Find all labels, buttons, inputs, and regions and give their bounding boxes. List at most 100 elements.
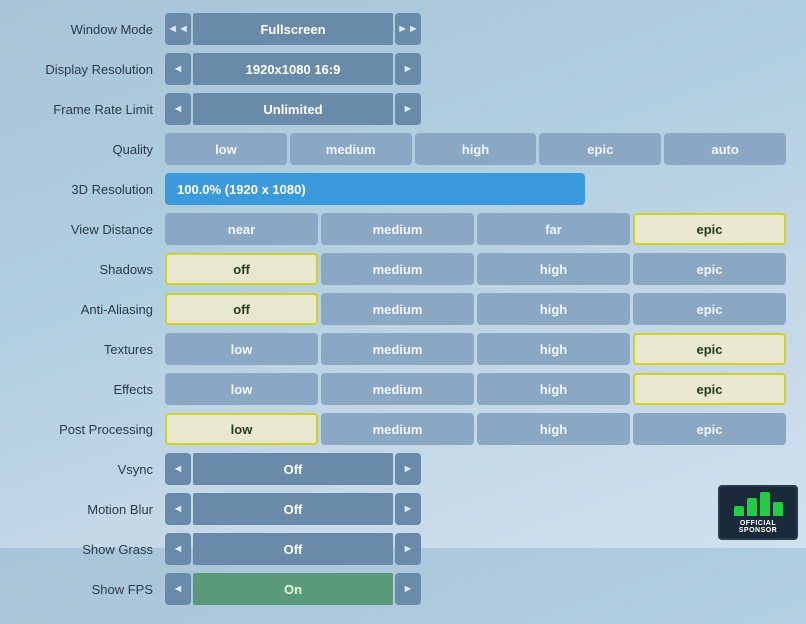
quality-medium-button[interactable]: medium: [290, 133, 412, 165]
vsync-value: Off: [193, 453, 393, 485]
quality-label: Quality: [20, 142, 165, 157]
arrow-left-icon: ◄: [173, 103, 184, 115]
anti-aliasing-off-button[interactable]: off: [165, 293, 318, 325]
view-distance-tab-group: near medium far epic: [165, 213, 786, 245]
effects-low-button[interactable]: low: [165, 373, 318, 405]
motion-blur-next-button[interactable]: ►: [395, 493, 421, 525]
quality-high-button[interactable]: high: [415, 133, 537, 165]
view-distance-near-button[interactable]: near: [165, 213, 318, 245]
effects-high-button[interactable]: high: [477, 373, 630, 405]
arrow-left-icon: ◄: [173, 583, 184, 595]
display-resolution-prev-button[interactable]: ◄: [165, 53, 191, 85]
textures-tab-group: low medium high epic: [165, 333, 786, 365]
view-distance-medium-button[interactable]: medium: [321, 213, 474, 245]
window-mode-value: Fullscreen: [193, 13, 393, 45]
textures-row: Textures low medium high epic: [20, 332, 786, 366]
post-processing-low-button[interactable]: low: [165, 413, 318, 445]
effects-label: Effects: [20, 382, 165, 397]
arrow-right-icon: ►: [403, 103, 414, 115]
vsync-next-button[interactable]: ►: [395, 453, 421, 485]
quality-auto-button[interactable]: auto: [664, 133, 786, 165]
shadows-medium-button[interactable]: medium: [321, 253, 474, 285]
arrow-left-icon: ◄: [173, 463, 184, 475]
frame-rate-value: Unlimited: [193, 93, 393, 125]
view-distance-row: View Distance near medium far epic: [20, 212, 786, 246]
post-processing-row: Post Processing low medium high epic: [20, 412, 786, 446]
show-fps-value: On: [193, 573, 393, 605]
shadows-off-button[interactable]: off: [165, 253, 318, 285]
arrow-left-icon: ◄: [178, 23, 189, 35]
frame-rate-next-button[interactable]: ►: [395, 93, 421, 125]
effects-row: Effects low medium high epic: [20, 372, 786, 406]
anti-aliasing-epic-button[interactable]: epic: [633, 293, 786, 325]
post-processing-epic-button[interactable]: epic: [633, 413, 786, 445]
post-processing-medium-button[interactable]: medium: [321, 413, 474, 445]
effects-epic-button[interactable]: epic: [633, 373, 786, 405]
shadows-row: Shadows off medium high epic: [20, 252, 786, 286]
anti-aliasing-row: Anti-Aliasing off medium high epic: [20, 292, 786, 326]
bar-1: [734, 506, 744, 516]
show-grass-row: Show Grass ◄ Off ►: [20, 532, 786, 566]
post-processing-label: Post Processing: [20, 422, 165, 437]
motion-blur-label: Motion Blur: [20, 502, 165, 517]
motion-blur-prev-button[interactable]: ◄: [165, 493, 191, 525]
frame-rate-prev-button[interactable]: ◄: [165, 93, 191, 125]
quality-epic-button[interactable]: epic: [539, 133, 661, 165]
arrow-right-icon: ►: [403, 543, 414, 555]
show-grass-next-button[interactable]: ►: [395, 533, 421, 565]
resolution-3d-value: 100.0% (1920 x 1080): [165, 173, 585, 205]
quality-low-button[interactable]: low: [165, 133, 287, 165]
view-distance-label: View Distance: [20, 222, 165, 237]
sponsor-badge: OFFICIAL SPONSOR: [718, 485, 798, 540]
anti-aliasing-label: Anti-Aliasing: [20, 302, 165, 317]
anti-aliasing-high-button[interactable]: high: [477, 293, 630, 325]
view-distance-epic-button[interactable]: epic: [633, 213, 786, 245]
window-mode-row: Window Mode ◄ Fullscreen ►: [20, 12, 786, 46]
window-mode-next-button[interactable]: ►: [395, 13, 421, 45]
arrow-left-icon: ◄: [173, 543, 184, 555]
sponsor-chart: [734, 491, 783, 520]
post-processing-high-button[interactable]: high: [477, 413, 630, 445]
motion-blur-value: Off: [193, 493, 393, 525]
show-fps-row: Show FPS ◄ On ►: [20, 572, 786, 606]
shadows-epic-button[interactable]: epic: [633, 253, 786, 285]
textures-epic-button[interactable]: epic: [633, 333, 786, 365]
resolution-3d-row: 3D Resolution 100.0% (1920 x 1080): [20, 172, 786, 206]
settings-panel: Window Mode ◄ Fullscreen ► Display Resol…: [0, 0, 806, 624]
textures-medium-button[interactable]: medium: [321, 333, 474, 365]
display-resolution-row: Display Resolution ◄ 1920x1080 16:9 ►: [20, 52, 786, 86]
window-mode-label: Window Mode: [20, 22, 165, 37]
show-fps-prev-button[interactable]: ◄: [165, 573, 191, 605]
arrow-right-icon: ►: [403, 63, 414, 75]
bar-3: [760, 492, 770, 516]
display-resolution-value: 1920x1080 16:9: [193, 53, 393, 85]
show-grass-prev-button[interactable]: ◄: [165, 533, 191, 565]
resolution-3d-label: 3D Resolution: [20, 182, 165, 197]
motion-blur-row: Motion Blur ◄ Off ►: [20, 492, 786, 526]
vsync-prev-button[interactable]: ◄: [165, 453, 191, 485]
effects-tab-group: low medium high epic: [165, 373, 786, 405]
view-distance-far-button[interactable]: far: [477, 213, 630, 245]
vsync-label: Vsync: [20, 462, 165, 477]
vsync-row: Vsync ◄ Off ►: [20, 452, 786, 486]
window-mode-prev-button[interactable]: ◄: [165, 13, 191, 45]
sponsor-label: OFFICIAL SPONSOR: [724, 520, 792, 534]
anti-aliasing-medium-button[interactable]: medium: [321, 293, 474, 325]
frame-rate-row: Frame Rate Limit ◄ Unlimited ►: [20, 92, 786, 126]
quality-tab-group: low medium high epic auto: [165, 133, 786, 165]
arrow-right-icon: ►: [403, 583, 414, 595]
bar-4: [773, 502, 783, 516]
textures-high-button[interactable]: high: [477, 333, 630, 365]
textures-low-button[interactable]: low: [165, 333, 318, 365]
show-fps-label: Show FPS: [20, 582, 165, 597]
shadows-high-button[interactable]: high: [477, 253, 630, 285]
arrow-left-icon: ◄: [173, 503, 184, 515]
bar-2: [747, 498, 757, 516]
arrow-left-icon: ◄: [173, 63, 184, 75]
effects-medium-button[interactable]: medium: [321, 373, 474, 405]
show-grass-value: Off: [193, 533, 393, 565]
show-fps-next-button[interactable]: ►: [395, 573, 421, 605]
quality-row: Quality low medium high epic auto: [20, 132, 786, 166]
post-processing-tab-group: low medium high epic: [165, 413, 786, 445]
display-resolution-next-button[interactable]: ►: [395, 53, 421, 85]
